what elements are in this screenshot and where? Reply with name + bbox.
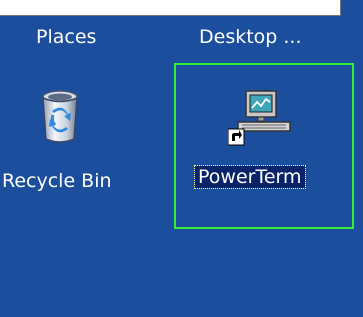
recycle-bin-label: Recycle Bin (2, 170, 112, 192)
desktop-icon-network-places[interactable]: My Network Places (0, 0, 150, 60)
network-places-label-line2: Places (36, 26, 97, 48)
desktop-icon-powerterm[interactable]: PowerTerm (176, 85, 352, 205)
powerterm-label: PowerTerm (194, 165, 306, 189)
desktop-icon-remote-desktop[interactable]: Remote Desktop ... (175, 0, 355, 60)
desktop-icon-recycle-bin[interactable]: Recycle Bin (0, 85, 150, 205)
network-places-label-line1: My Network (22, 0, 136, 16)
powerterm-icon (228, 90, 291, 146)
remote-desktop-label-line1: Remote (221, 0, 295, 16)
remote-desktop-label-line2: Desktop ... (199, 26, 302, 48)
recycle-bin-icon (42, 90, 78, 143)
desktop: My Network Places Remote Desktop ... Rec… (0, 0, 363, 317)
